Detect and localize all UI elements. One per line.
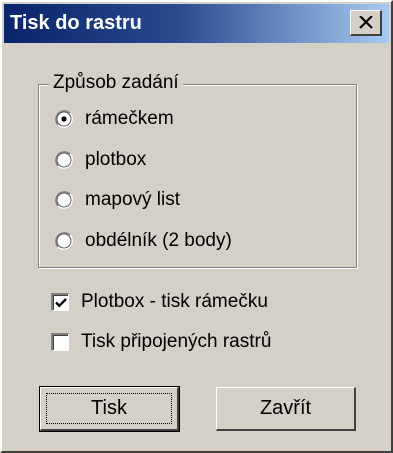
radio-option-plotbox[interactable]: plotbox xyxy=(55,147,146,173)
close-icon xyxy=(359,16,373,29)
checkbox-check-icon xyxy=(55,298,67,308)
radio-button[interactable] xyxy=(55,110,73,128)
radio-label: mapový list xyxy=(85,189,181,210)
close-button[interactable]: Zavřít xyxy=(216,387,356,431)
dialog-window: Tisk do rastru Způsob zadání rámečkem pl… xyxy=(0,0,393,453)
checkbox-attached-rasters[interactable]: Tisk připojených rastrů xyxy=(51,329,271,355)
checkbox-label: Plotbox - tisk rámečku xyxy=(81,291,268,312)
checkbox[interactable] xyxy=(51,333,69,351)
radio-option-map-sheet[interactable]: mapový list xyxy=(55,187,180,213)
radio-label: rámečkem xyxy=(85,108,174,129)
radio-button[interactable] xyxy=(55,151,73,169)
radio-button[interactable] xyxy=(55,191,73,209)
focus-indicator xyxy=(46,393,172,424)
radio-dot xyxy=(61,116,67,122)
checkbox[interactable] xyxy=(51,293,69,311)
close-window-button[interactable] xyxy=(350,10,382,36)
close-button-label: Zavřít xyxy=(259,397,312,419)
radio-label: plotbox xyxy=(85,149,147,170)
radio-option-frame[interactable]: rámečkem xyxy=(55,106,174,132)
window-title: Tisk do rastru xyxy=(10,12,142,34)
radio-button[interactable] xyxy=(55,232,73,250)
title-bar[interactable]: Tisk do rastru xyxy=(4,4,389,43)
print-button[interactable]: Tisk xyxy=(39,386,180,432)
checkbox-label: Tisk připojených rastrů xyxy=(81,331,272,352)
checkbox-plotbox-frame[interactable]: Plotbox - tisk rámečku xyxy=(51,289,268,315)
radio-option-rectangle[interactable]: obdélník (2 body) xyxy=(55,228,232,254)
radio-label: obdélník (2 body) xyxy=(85,230,232,251)
input-method-legend: Způsob zadání xyxy=(49,72,183,94)
